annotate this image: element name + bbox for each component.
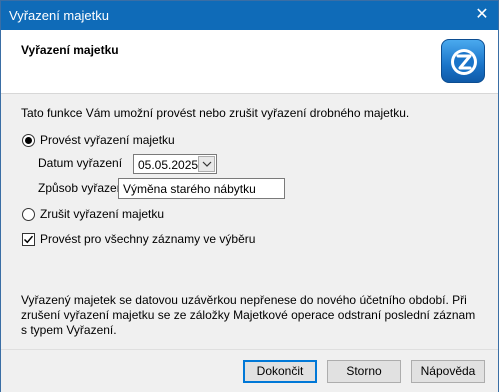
- info-note: Vyřazený majetek se datovou uzávěrkou ne…: [21, 293, 476, 337]
- date-picker[interactable]: 05.05.2025: [133, 154, 217, 174]
- chevron-down-icon: [202, 161, 211, 167]
- app-logo-icon: [441, 39, 485, 83]
- all-records-checkbox[interactable]: Provést pro všechny záznamy ve výběru: [22, 232, 255, 246]
- checkbox-indicator[interactable]: [22, 232, 35, 246]
- checkmark-icon: [23, 235, 34, 243]
- method-input[interactable]: [119, 179, 284, 198]
- button-bar: Dokončit Storno Nápověda: [1, 349, 498, 392]
- dialog-window: Vyřazení majetku ✕ Vyřazení majetku Tato…: [0, 0, 499, 392]
- header-panel: Vyřazení majetku: [1, 30, 498, 94]
- window-title: Vyřazení majetku: [9, 8, 109, 23]
- perform-disposal-radio[interactable]: Provést vyřazení majetku: [22, 133, 175, 147]
- description-text: Tato funkce Vám umožní provést nebo zruš…: [21, 106, 410, 120]
- method-field[interactable]: [118, 178, 285, 199]
- radio-indicator[interactable]: [22, 207, 35, 221]
- perform-disposal-label: Provést vyřazení majetku: [40, 133, 175, 147]
- cancel-button[interactable]: Storno: [327, 360, 401, 383]
- page-title: Vyřazení majetku: [21, 43, 119, 57]
- help-button[interactable]: Nápověda: [411, 360, 485, 383]
- radio-indicator[interactable]: [22, 133, 35, 147]
- all-records-label: Provést pro všechny záznamy ve výběru: [40, 232, 256, 246]
- close-icon[interactable]: ✕: [470, 3, 494, 27]
- finish-button[interactable]: Dokončit: [243, 360, 317, 383]
- date-value[interactable]: 05.05.2025: [138, 158, 198, 172]
- method-label: Způsob vyřazení: [38, 181, 127, 195]
- date-label: Datum vyřazení: [38, 156, 123, 170]
- title-bar[interactable]: Vyřazení majetku ✕: [1, 1, 498, 30]
- calendar-dropdown-button[interactable]: [198, 156, 215, 172]
- cancel-disposal-label: Zrušit vyřazení majetku: [40, 207, 165, 221]
- cancel-disposal-radio[interactable]: Zrušit vyřazení majetku: [22, 207, 164, 221]
